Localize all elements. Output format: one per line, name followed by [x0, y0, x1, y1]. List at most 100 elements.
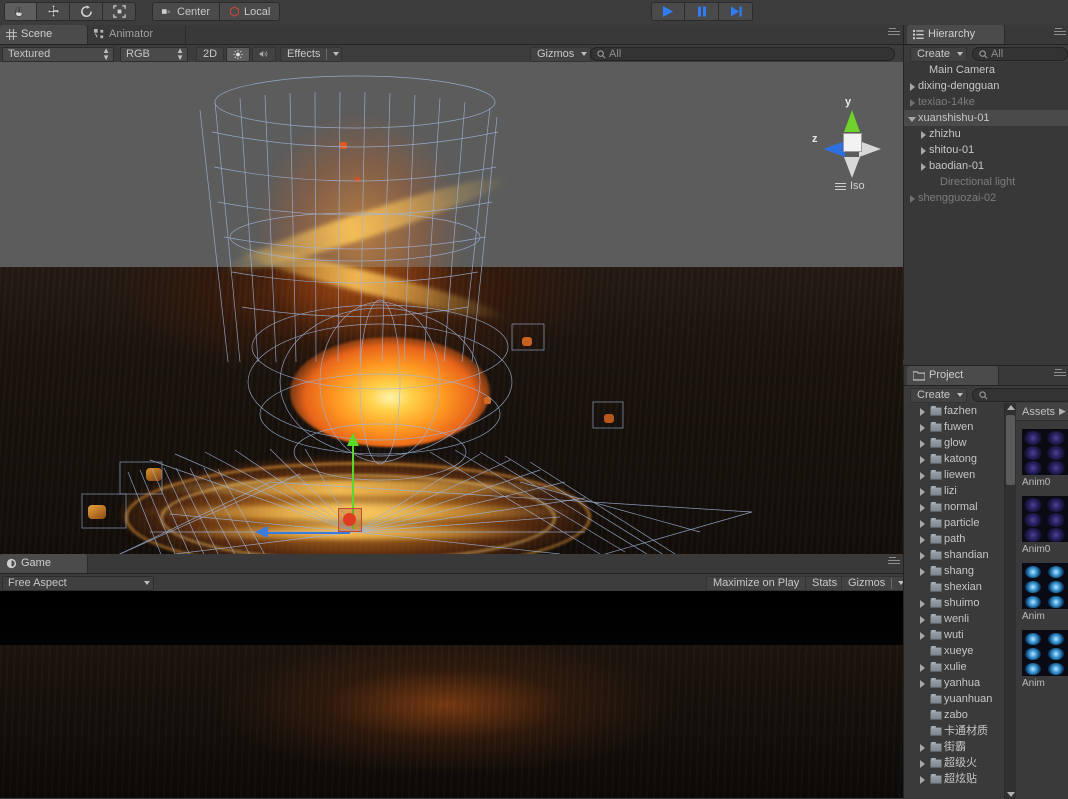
foldout-open-icon[interactable]	[908, 114, 917, 123]
project-search-input[interactable]	[972, 388, 1068, 402]
asset-item[interactable]: Anim0	[1022, 496, 1068, 555]
maximize-on-play-button[interactable]: Maximize on Play	[706, 576, 806, 591]
hierarchy-tree[interactable]: Main Cameradixing-dengguantexiao-14kexua…	[904, 62, 1068, 365]
project-folder-row[interactable]: wenli	[904, 611, 1004, 627]
project-folder-row[interactable]: xulie	[904, 659, 1004, 675]
scene-orientation-gizmo[interactable]: y z Iso	[811, 92, 889, 202]
aspect-dropdown[interactable]: Free Aspect	[2, 576, 154, 591]
pivot-rotation-button[interactable]: Local	[220, 2, 280, 21]
foldout-closed-icon[interactable]	[919, 146, 928, 155]
foldout-closed-icon[interactable]	[918, 631, 927, 640]
project-folder-row[interactable]: particle	[904, 515, 1004, 531]
project-folder-tree[interactable]: fazhenfuwenglowkatongliewenlizinormalpar…	[904, 403, 1004, 799]
foldout-closed-icon[interactable]	[918, 743, 927, 752]
project-folder-row[interactable]: yuanhuan	[904, 691, 1004, 707]
scene-search-input[interactable]: All	[590, 47, 895, 61]
project-folder-row[interactable]: xueye	[904, 643, 1004, 659]
foldout-closed-icon[interactable]	[918, 615, 927, 624]
foldout-closed-icon[interactable]	[908, 82, 917, 91]
scroll-up-icon[interactable]	[1007, 405, 1015, 410]
project-folder-row[interactable]: shang	[904, 563, 1004, 579]
project-folder-row[interactable]: shuimo	[904, 595, 1004, 611]
hierarchy-create-dropdown[interactable]: Create	[910, 47, 967, 62]
gizmo-projection-toggle[interactable]: Iso	[835, 180, 865, 192]
project-folder-row[interactable]: 街霸	[904, 739, 1004, 755]
project-panel-menu-icon[interactable]	[1054, 369, 1066, 379]
foldout-closed-icon[interactable]	[918, 663, 927, 672]
tab-scene[interactable]: Scene	[0, 25, 88, 44]
project-folder-row[interactable]: yanhua	[904, 675, 1004, 691]
asset-item[interactable]: Anim	[1022, 630, 1068, 689]
foldout-closed-icon[interactable]	[918, 775, 927, 784]
scene-lighting-toggle[interactable]	[226, 47, 250, 62]
foldout-closed-icon[interactable]	[918, 519, 927, 528]
foldout-closed-icon[interactable]	[918, 439, 927, 448]
foldout-closed-icon[interactable]	[918, 567, 927, 576]
hierarchy-item-main-camera[interactable]: Main Camera	[904, 62, 1068, 78]
breadcrumb[interactable]: Assets ▶	[1016, 403, 1068, 421]
foldout-closed-icon[interactable]	[918, 487, 927, 496]
asset-item[interactable]: Anim0	[1022, 429, 1068, 488]
gizmo-center-cube[interactable]	[843, 133, 862, 152]
asset-grid[interactable]: Anim0 Anim0 Anim Anim	[1016, 429, 1068, 689]
foldout-closed-icon[interactable]	[918, 599, 927, 608]
project-folder-row[interactable]: lizi	[904, 483, 1004, 499]
project-folder-row[interactable]: wuti	[904, 627, 1004, 643]
pivot-mode-button[interactable]: Center	[152, 2, 220, 21]
tab-game[interactable]: Game	[0, 554, 88, 573]
foldout-closed-icon[interactable]	[918, 423, 927, 432]
tab-animator[interactable]: Animator	[88, 25, 186, 44]
project-folder-row[interactable]: normal	[904, 499, 1004, 515]
foldout-closed-icon[interactable]	[918, 535, 927, 544]
project-folder-row[interactable]: liewen	[904, 467, 1004, 483]
scale-tool[interactable]	[103, 2, 136, 21]
hierarchy-item-zhizhu[interactable]: zhizhu	[904, 126, 1068, 142]
game-gizmos-dropdown[interactable]: Gizmos	[841, 576, 908, 591]
scene-gizmos-dropdown[interactable]: Gizmos	[530, 47, 591, 62]
hierarchy-item-shengguozai-02[interactable]: shengguozai-02	[904, 190, 1068, 206]
scene-viewport[interactable]: y z Iso	[0, 62, 903, 554]
gizmo-z-axis[interactable]	[268, 532, 350, 534]
project-create-dropdown[interactable]: Create	[910, 388, 967, 403]
project-folder-row[interactable]: katong	[904, 451, 1004, 467]
move-tool[interactable]	[37, 2, 70, 21]
hierarchy-item-shitou-01[interactable]: shitou-01	[904, 142, 1068, 158]
foldout-closed-icon[interactable]	[918, 679, 927, 688]
hierarchy-item-directional-light[interactable]: Directional light	[904, 174, 1068, 190]
project-folder-row[interactable]: zabo	[904, 707, 1004, 723]
draw-mode-dropdown[interactable]: Textured ▲▼	[2, 47, 114, 62]
rotate-tool[interactable]	[70, 2, 103, 21]
asset-item[interactable]: Anim	[1022, 563, 1068, 622]
foldout-closed-icon[interactable]	[918, 407, 927, 416]
game-panel-menu-icon[interactable]	[888, 557, 900, 567]
hierarchy-item-xuanshishu-01[interactable]: xuanshishu-01	[904, 110, 1068, 126]
scroll-down-icon[interactable]	[1007, 792, 1015, 797]
project-folder-row[interactable]: fazhen	[904, 403, 1004, 419]
game-viewport[interactable]	[0, 591, 903, 798]
scrollbar-thumb[interactable]	[1006, 415, 1015, 485]
color-mode-dropdown[interactable]: RGB ▲▼	[120, 47, 188, 62]
project-folder-row[interactable]: 超级火	[904, 755, 1004, 771]
hierarchy-item-dixing-dengguan[interactable]: dixing-dengguan	[904, 78, 1068, 94]
hierarchy-item-texiao-14ke[interactable]: texiao-14ke	[904, 94, 1068, 110]
project-folder-row[interactable]: shandian	[904, 547, 1004, 563]
foldout-closed-icon[interactable]	[908, 98, 917, 107]
hierarchy-item-baodian-01[interactable]: baodian-01	[904, 158, 1068, 174]
foldout-closed-icon[interactable]	[918, 455, 927, 464]
project-folder-row[interactable]: path	[904, 531, 1004, 547]
pause-button[interactable]	[685, 2, 719, 21]
foldout-closed-icon[interactable]	[908, 194, 917, 203]
gizmo-center-handle[interactable]	[338, 508, 362, 532]
project-folder-row[interactable]: 卡通材质	[904, 723, 1004, 739]
tab-hierarchy[interactable]: Hierarchy	[907, 25, 1005, 44]
scene-audio-toggle[interactable]	[252, 47, 276, 62]
foldout-closed-icon[interactable]	[919, 130, 928, 139]
tab-project[interactable]: Project	[907, 366, 999, 385]
foldout-closed-icon[interactable]	[919, 162, 928, 171]
effects-dropdown[interactable]: Effects	[280, 47, 342, 62]
foldout-closed-icon[interactable]	[918, 503, 927, 512]
hand-tool[interactable]	[4, 2, 37, 21]
project-folder-row[interactable]: glow	[904, 435, 1004, 451]
project-folder-row[interactable]: 超炫贴	[904, 771, 1004, 787]
foldout-closed-icon[interactable]	[918, 759, 927, 768]
